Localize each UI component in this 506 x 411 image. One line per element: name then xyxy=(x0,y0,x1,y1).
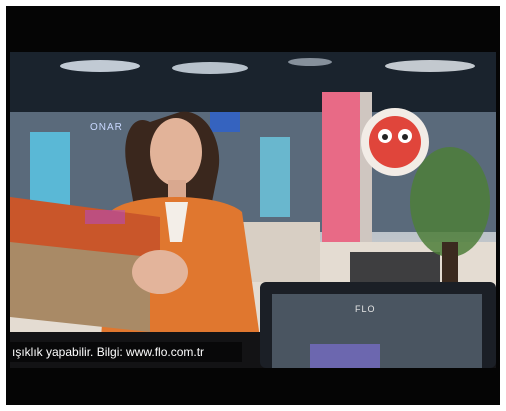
ceiling-light xyxy=(172,62,248,74)
mascot-pupil xyxy=(402,134,408,140)
shoebox-highlight xyxy=(85,210,125,224)
screen-block xyxy=(310,344,380,368)
video-frame: ONAR FLO ışıklık yapabilir. Bilgi: www.f… xyxy=(6,6,500,405)
shoebox xyxy=(10,242,150,332)
store-scene: ONAR FLO xyxy=(10,52,496,368)
mascot-pupil xyxy=(382,134,388,140)
shelf xyxy=(240,222,320,282)
plant-pot xyxy=(442,242,458,282)
ceiling-light xyxy=(385,60,475,72)
hand xyxy=(132,250,188,294)
pillar-edge xyxy=(360,92,372,252)
face xyxy=(150,118,202,186)
monitor-brand: FLO xyxy=(355,304,376,314)
bench xyxy=(350,252,440,282)
scene-illustration xyxy=(10,52,496,368)
display-panel xyxy=(260,137,290,217)
store-sign xyxy=(210,112,240,132)
store-sign-text: ONAR xyxy=(90,122,123,133)
pink-pillar xyxy=(322,92,360,252)
subtitle-caption: ışıklık yapabilir. Bilgi: www.flo.com.tr xyxy=(10,342,242,362)
ceiling-light xyxy=(288,58,332,66)
plant xyxy=(410,147,490,257)
ceiling-light xyxy=(60,60,140,72)
mascot-face xyxy=(369,116,421,168)
